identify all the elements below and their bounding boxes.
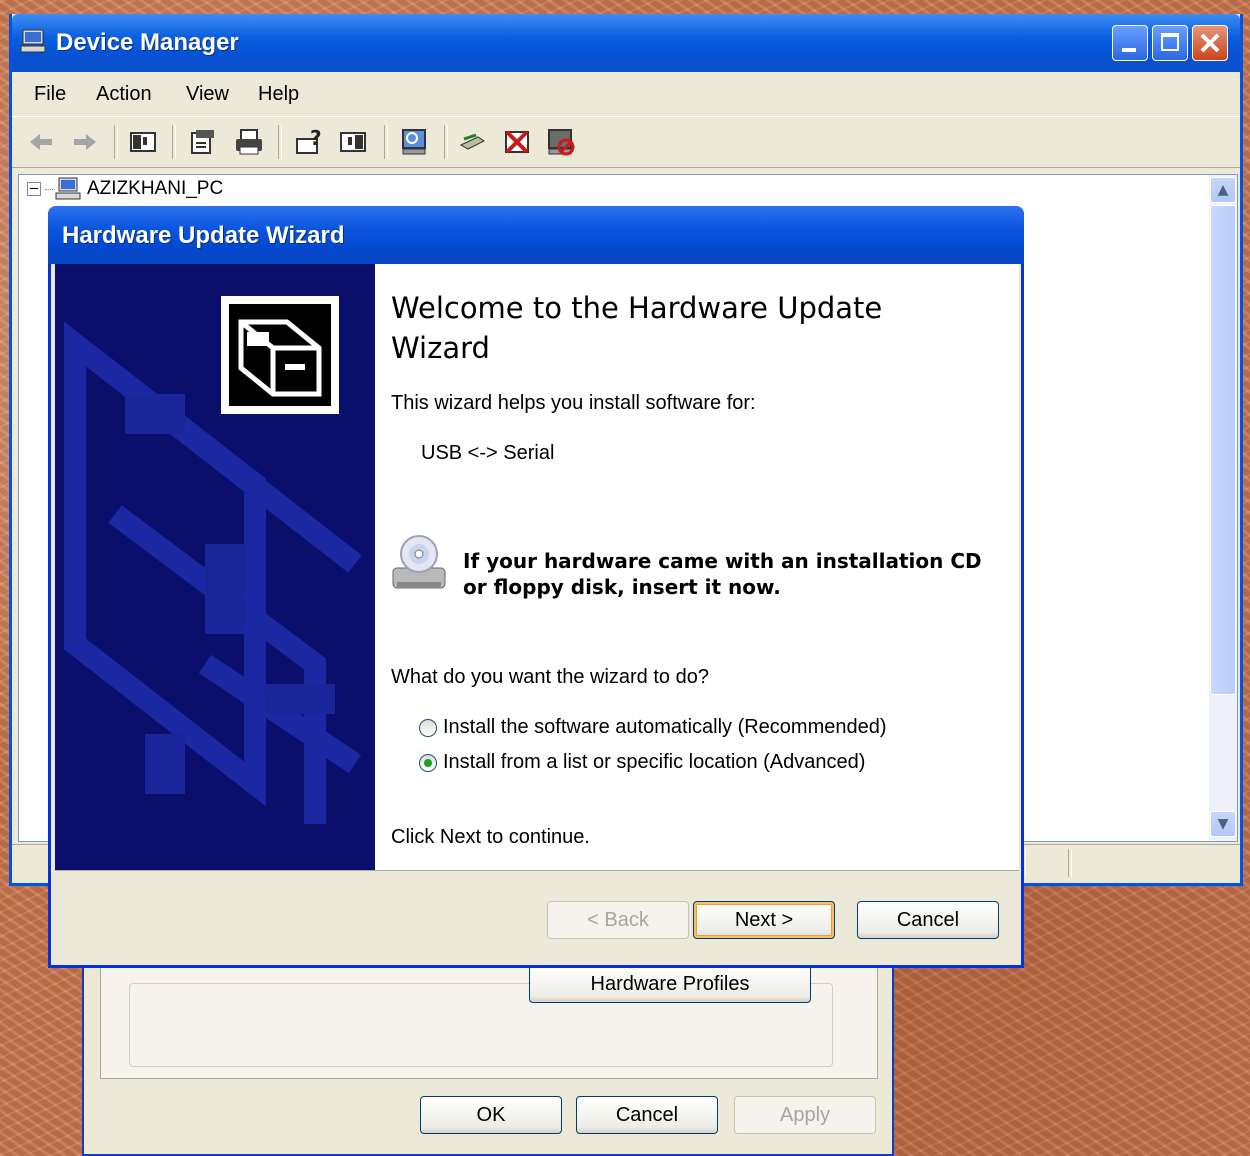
menu-bar: File Action View Help — [12, 74, 1240, 114]
close-icon — [1200, 33, 1220, 53]
scroll-thumb[interactable] — [1210, 205, 1236, 695]
wizard-intro: This wizard helps you install software f… — [391, 392, 756, 414]
menu-help[interactable]: Help — [258, 83, 299, 106]
help-icon[interactable]: ? — [294, 127, 324, 157]
maximize-button[interactable] — [1152, 25, 1188, 61]
close-button[interactable] — [1192, 25, 1228, 61]
wizard-question: What do you want the wizard to do? — [391, 666, 709, 688]
option-advanced[interactable]: Install from a list or specific location… — [419, 751, 865, 774]
properties-icon[interactable] — [188, 127, 218, 157]
window-title: Device Manager — [56, 29, 239, 56]
vertical-scrollbar[interactable]: ▲ ▼ — [1209, 175, 1237, 841]
collapse-icon[interactable] — [27, 182, 41, 196]
title-bar[interactable]: Device Manager — [12, 14, 1240, 72]
wizard-content: Welcome to the Hardware Update Wizard Th… — [375, 264, 1019, 870]
cd-drive-icon — [392, 535, 446, 589]
computer-icon — [20, 29, 46, 53]
cd-notice-line2: or floppy disk, insert it now. — [463, 575, 781, 599]
hardware-update-wizard: Hardware Update Wizard Welcome to the Ha… — [48, 206, 1024, 968]
wizard-title: Hardware Update Wizard — [62, 222, 345, 249]
print-icon[interactable] — [234, 127, 264, 157]
show-hide-tree-icon[interactable] — [128, 127, 158, 157]
option-advanced-label: Install from a list or specific location… — [443, 751, 866, 773]
scroll-down-button[interactable]: ▼ — [1210, 811, 1236, 837]
tree-node-root[interactable]: AZIZKHANI_PC — [27, 177, 223, 201]
menu-file[interactable]: File — [34, 83, 66, 106]
ok-button[interactable]: OK — [420, 1096, 562, 1134]
option-automatic-label: Install the software automatically (Reco… — [443, 716, 887, 738]
back-icon[interactable] — [26, 127, 56, 157]
toolbar: ? — [12, 116, 1240, 168]
disable-icon[interactable] — [546, 127, 576, 157]
hardware-profiles-button[interactable]: Hardware Profiles — [529, 965, 811, 1003]
device-name: USB <-> Serial — [421, 442, 555, 464]
menu-view[interactable]: View — [186, 83, 229, 106]
scroll-up-button[interactable]: ▲ — [1210, 177, 1236, 203]
back-button[interactable]: < Back — [547, 901, 689, 939]
hardware-icon — [221, 296, 339, 414]
menu-action[interactable]: Action — [96, 83, 152, 106]
wizard-button-bar: < Back Next > Cancel — [55, 870, 1019, 965]
continue-hint: Click Next to continue. — [391, 826, 590, 848]
scan-hardware-icon[interactable] — [400, 127, 430, 157]
next-button[interactable]: Next > — [693, 901, 835, 939]
console-icon[interactable] — [338, 127, 368, 157]
computer-icon — [55, 177, 81, 200]
wizard-side-banner — [55, 264, 375, 870]
cd-notice-line1: If your hardware came with an installati… — [463, 549, 982, 573]
update-driver-icon[interactable] — [458, 127, 488, 157]
hardware-watermark-graphic — [64, 296, 362, 824]
radio-automatic[interactable] — [419, 718, 437, 737]
option-automatic[interactable]: Install the software automatically (Reco… — [419, 716, 887, 739]
wizard-title-bar[interactable]: Hardware Update Wizard — [48, 206, 1024, 264]
apply-button[interactable]: Apply — [734, 1096, 876, 1134]
tree-root-label: AZIZKHANI_PC — [87, 178, 224, 199]
cancel-button[interactable]: Cancel — [576, 1096, 718, 1134]
uninstall-icon[interactable] — [502, 127, 532, 157]
wizard-heading: Welcome to the Hardware Update Wizard — [391, 291, 883, 365]
svg-text:?: ? — [310, 127, 322, 150]
cancel-button[interactable]: Cancel — [857, 901, 999, 939]
radio-advanced[interactable] — [419, 753, 437, 772]
minimize-button[interactable] — [1112, 25, 1148, 61]
forward-icon[interactable] — [70, 127, 100, 157]
